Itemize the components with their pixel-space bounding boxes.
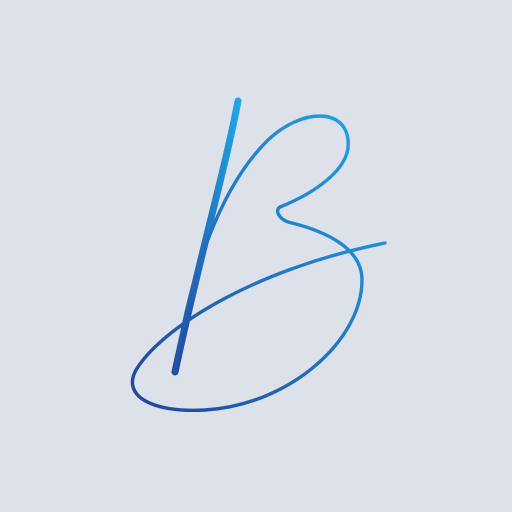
script-b-logo-icon [130, 97, 387, 413]
logo-stem-stroke [171, 97, 242, 376]
logo-upper-bowl-stroke [130, 114, 387, 413]
logo-strokes [130, 97, 387, 413]
logo-canvas [0, 0, 512, 512]
